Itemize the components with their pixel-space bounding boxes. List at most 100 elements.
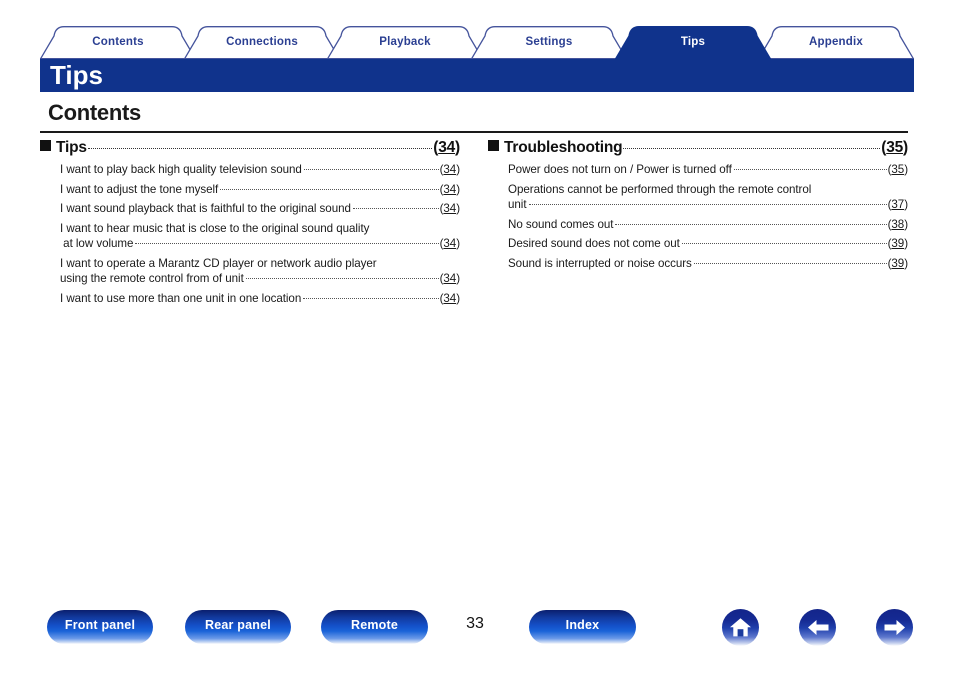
toc-entry-page[interactable]: (39) xyxy=(888,236,908,252)
leader-dots xyxy=(681,243,887,244)
toc-entry-text: unit xyxy=(508,198,527,211)
toc-entry[interactable]: I want to play back high quality televis… xyxy=(60,162,460,178)
home-icon xyxy=(729,617,752,638)
tab-appendix[interactable]: Appendix xyxy=(758,26,914,59)
index-button-label: Index xyxy=(565,618,600,632)
rear-panel-button[interactable]: Rear panel xyxy=(185,610,291,644)
leader-dots xyxy=(352,208,439,209)
leader-dots xyxy=(135,243,439,244)
toc-entry-page[interactable]: (34) xyxy=(440,182,460,198)
toc-entry[interactable]: Sound is interrupted or noise occurs (39) xyxy=(508,256,908,272)
toc-entry-text: I want sound playback that is faithful t… xyxy=(60,202,351,215)
leader-dots xyxy=(733,169,887,170)
toc-section-label: Troubleshooting xyxy=(504,139,623,156)
toc-entry-text: Sound is interrupted or noise occurs xyxy=(508,256,692,270)
tab-settings[interactable]: Settings xyxy=(471,26,627,59)
toc-entry-line: Operations cannot be performed through t… xyxy=(508,182,812,196)
front-panel-button[interactable]: Front panel xyxy=(47,610,153,644)
leader-dots xyxy=(220,188,439,190)
toc-entry-last-line: I want to play back high quality televis… xyxy=(60,162,460,178)
toc-section-heading[interactable]: Tips (34) xyxy=(40,139,460,157)
next-page-button[interactable] xyxy=(876,609,913,646)
toc-entry-text: No sound comes out xyxy=(508,217,614,231)
toc-entry-text: at low volume xyxy=(60,237,134,250)
leader-dots xyxy=(693,262,887,264)
toc-entry-text: Desired sound does not come out xyxy=(508,237,680,250)
footer-page-number: 33 xyxy=(466,615,484,632)
tab-tips[interactable]: Tips xyxy=(615,26,771,59)
toc-column-right: Troubleshooting (35) Power does not turn o… xyxy=(488,139,908,275)
previous-page-button[interactable] xyxy=(799,609,836,646)
toc-column-left: Tips (34) I want to play back high quality… xyxy=(40,139,460,310)
toc-entry-last-line: using the remote control from of unit (34… xyxy=(60,271,460,287)
tab-appendix-label: Appendix xyxy=(809,36,863,48)
toc-entry-text: I want to use more than one unit in one … xyxy=(60,291,302,305)
tab-playback-label: Playback xyxy=(379,36,431,48)
toc-entry-line: I want to hear music that is close to th… xyxy=(60,221,370,235)
document-page: Contents Connections Playback Settings Tips A… xyxy=(0,0,954,673)
remote-button[interactable]: Remote xyxy=(321,610,428,644)
toc-entry[interactable]: I want to hear music that is close to th… xyxy=(60,221,460,252)
leader-dots xyxy=(245,278,439,279)
leader-dots xyxy=(303,297,439,299)
square-bullet-icon xyxy=(488,140,499,151)
toc-entry-last-line: Desired sound does not come out (39) xyxy=(508,236,908,252)
toc-entry[interactable]: Power does not turn on / Power is turned… xyxy=(508,162,908,178)
front-panel-button-label: Front panel xyxy=(64,618,136,632)
rear-panel-button-label: Rear panel xyxy=(205,618,271,632)
toc-entry-text: I want to play back high quality televis… xyxy=(60,163,302,176)
tab-bar: Contents Connections Playback Settings Tips A… xyxy=(40,26,914,59)
tab-contents-label: Contents xyxy=(92,36,144,48)
toc-entry[interactable]: I want to adjust the tone myself (34) xyxy=(60,182,460,198)
toc-entry[interactable]: Desired sound does not come out (39) xyxy=(508,236,908,252)
toc-entry-last-line: at low volume (34) xyxy=(60,236,460,252)
index-button[interactable]: Index xyxy=(529,610,636,644)
page-title: Tips xyxy=(50,60,103,90)
toc-entry[interactable]: I want to use more than one unit in one … xyxy=(60,291,460,307)
toc-entry-last-line: I want to adjust the tone myself (34) xyxy=(60,182,460,198)
leader-dots xyxy=(528,204,887,205)
toc-entry-page[interactable]: (37) xyxy=(888,197,908,213)
tab-playback[interactable]: Playback xyxy=(327,26,483,59)
toc-entry[interactable]: I want sound playback that is faithful t… xyxy=(60,201,460,217)
toc-entry-text: Power does not turn on / Power is turned… xyxy=(508,163,732,176)
toc-section-heading[interactable]: Troubleshooting (35) xyxy=(488,139,908,157)
toc-entry-page[interactable]: (35) xyxy=(888,162,908,178)
heading-divider xyxy=(40,131,908,133)
arrow-right-icon xyxy=(883,619,907,636)
tab-settings-label: Settings xyxy=(525,36,573,48)
square-bullet-icon xyxy=(40,140,51,151)
toc-entry-last-line: I want sound playback that is faithful t… xyxy=(60,201,460,217)
toc-entry[interactable]: Operations cannot be performed through t… xyxy=(508,182,908,213)
toc-entry-page[interactable]: (34) xyxy=(440,162,460,178)
toc-entry-text: using the remote control from of unit xyxy=(60,272,244,285)
tab-connections-label: Connections xyxy=(226,36,298,48)
toc-entry-last-line: No sound comes out (38) xyxy=(508,217,908,233)
tab-contents[interactable]: Contents xyxy=(40,26,196,59)
toc-entry-page[interactable]: (34) xyxy=(440,291,460,307)
toc-entry-last-line: Power does not turn on / Power is turned… xyxy=(508,162,908,178)
toc-entry-last-line: I want to use more than one unit in one … xyxy=(60,291,460,307)
tab-tips-label: Tips xyxy=(680,36,706,48)
toc-entry[interactable]: No sound comes out (38) xyxy=(508,217,908,233)
toc-entry-line: I want to operate a Marantz CD player or… xyxy=(60,256,377,270)
toc-entry-page[interactable]: (38) xyxy=(888,217,908,233)
tab-connections[interactable]: Connections xyxy=(184,26,340,59)
toc-entry-last-line: unit (37) xyxy=(508,197,908,213)
leader-dots xyxy=(87,148,433,149)
toc-entry[interactable]: I want to operate a Marantz CD player or… xyxy=(60,256,460,287)
toc-section-label: Tips xyxy=(56,139,87,156)
leader-dots xyxy=(615,223,887,225)
remote-button-label: Remote xyxy=(350,618,399,632)
toc-entry-page[interactable]: (34) xyxy=(440,236,460,252)
home-button[interactable] xyxy=(722,609,759,646)
toc-section-page[interactable]: (35) xyxy=(881,139,908,157)
toc-section-page[interactable]: (34) xyxy=(433,139,460,157)
toc-entry-page[interactable]: (39) xyxy=(888,256,908,272)
leader-dots xyxy=(303,169,439,170)
toc-entry-page[interactable]: (34) xyxy=(440,201,460,217)
leader-dots xyxy=(623,148,881,149)
toc-entry-page[interactable]: (34) xyxy=(440,271,460,287)
toc-entry-text: I want to adjust the tone myself xyxy=(60,182,219,196)
toc-entry-last-line: Sound is interrupted or noise occurs (39) xyxy=(508,256,908,272)
